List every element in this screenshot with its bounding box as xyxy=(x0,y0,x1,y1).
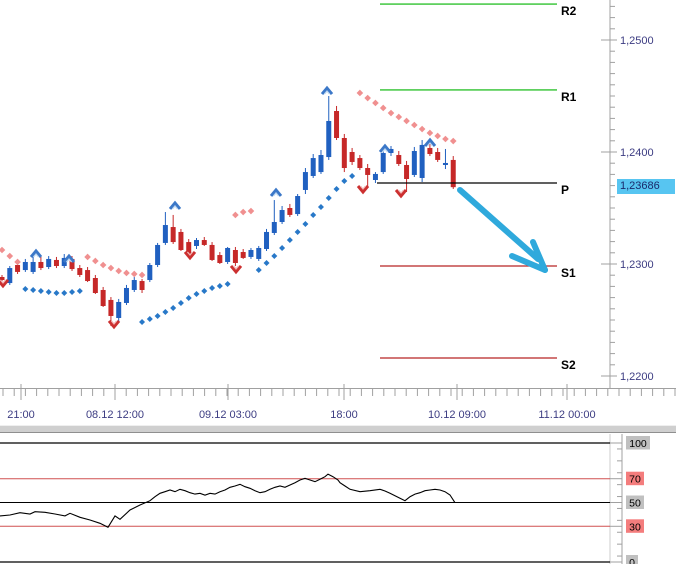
time-axis-label: 10.12 09:00 xyxy=(428,409,486,421)
time-axis-label: 11.12 00:00 xyxy=(538,409,595,421)
time-axis-label: 18:00 xyxy=(330,409,358,421)
candle xyxy=(77,268,82,275)
candle xyxy=(272,222,277,233)
panel-separator[interactable] xyxy=(0,425,676,433)
candle xyxy=(427,148,432,154)
separator-bar[interactable] xyxy=(0,425,676,433)
candle xyxy=(163,225,168,243)
trading-chart-window: R2 R1 P S1 S2 1,2500 1,2400 1,2300 1,2200 21:00 08… xyxy=(0,0,676,564)
candle xyxy=(318,155,323,172)
price-axis-label: 1,2300 xyxy=(620,259,654,271)
time-axis-label: 09.12 03:00 xyxy=(199,409,257,421)
candle xyxy=(443,163,448,165)
candle xyxy=(264,232,269,249)
candle xyxy=(435,152,440,160)
oscillator-label: 70 xyxy=(629,474,641,486)
current-price-tag: 1,23686 xyxy=(617,179,675,194)
candle xyxy=(295,196,300,214)
candle xyxy=(311,158,316,176)
candle xyxy=(15,265,20,272)
pivot-label-r1: R1 xyxy=(561,90,577,104)
candle xyxy=(280,210,285,222)
candle xyxy=(178,232,183,250)
candle xyxy=(108,300,113,316)
candle xyxy=(140,281,145,290)
candle xyxy=(396,155,401,164)
oscillator-label: 50 xyxy=(629,498,641,510)
candle xyxy=(248,250,253,257)
candle xyxy=(342,138,347,168)
oscillator-panel xyxy=(0,434,610,564)
pivot-label-r2: R2 xyxy=(561,4,577,18)
candle xyxy=(350,152,355,162)
candle xyxy=(287,208,292,215)
candle xyxy=(54,260,59,266)
time-axis-label: 08.12 12:00 xyxy=(86,409,144,421)
oscillator-label: 30 xyxy=(629,521,641,533)
candle xyxy=(381,153,386,172)
candle xyxy=(171,227,176,242)
candle xyxy=(217,255,222,263)
pivot-label-p: P xyxy=(561,183,569,197)
price-axis-label: 1,2500 xyxy=(620,35,654,47)
time-axis-label: 21:00 xyxy=(7,409,35,421)
candle xyxy=(0,277,5,280)
candle xyxy=(23,262,28,270)
candle xyxy=(334,111,339,138)
candle xyxy=(420,145,425,178)
candle xyxy=(233,250,238,263)
candle xyxy=(124,288,129,303)
candle xyxy=(365,168,370,175)
candle xyxy=(412,151,417,175)
candle xyxy=(256,248,261,259)
oscillator-label: 0 xyxy=(629,557,635,564)
oscillator-axis[interactable]: 100 70 50 30 0 xyxy=(610,434,650,564)
candle xyxy=(116,302,121,318)
candle xyxy=(202,240,207,245)
price-axis-label: 1,2200 xyxy=(620,371,654,383)
candle xyxy=(225,248,230,262)
candle xyxy=(147,265,152,280)
price-axis[interactable]: 1,2500 1,2400 1,2300 1,2200 xyxy=(601,0,654,389)
candle xyxy=(93,278,98,293)
candle xyxy=(101,290,106,306)
candle xyxy=(155,245,160,265)
oscillator-label: 100 xyxy=(629,438,647,450)
candle xyxy=(357,158,362,168)
candle xyxy=(404,165,409,179)
chart-canvas: R2 R1 P S1 S2 1,2500 1,2400 1,2300 1,2200 21:00 08… xyxy=(0,0,676,564)
candle xyxy=(303,172,308,190)
candle xyxy=(31,262,36,272)
candle xyxy=(373,174,378,180)
candle xyxy=(46,259,51,267)
candle xyxy=(85,270,90,281)
pivot-label-s2: S2 xyxy=(561,358,576,372)
candle xyxy=(241,252,246,258)
pivot-label-s1: S1 xyxy=(561,266,576,280)
candle xyxy=(38,262,43,268)
time-axis[interactable]: 21:00 08.12 12:00 09.12 03:00 18:00 10.12 09… xyxy=(0,384,676,421)
candle xyxy=(194,240,199,246)
main-plot-area[interactable] xyxy=(0,0,608,388)
oscillator-plot-area[interactable] xyxy=(0,434,610,564)
candle xyxy=(326,121,331,157)
candle xyxy=(132,280,137,290)
candle xyxy=(210,245,215,260)
price-axis-label: 1,2400 xyxy=(620,147,654,159)
